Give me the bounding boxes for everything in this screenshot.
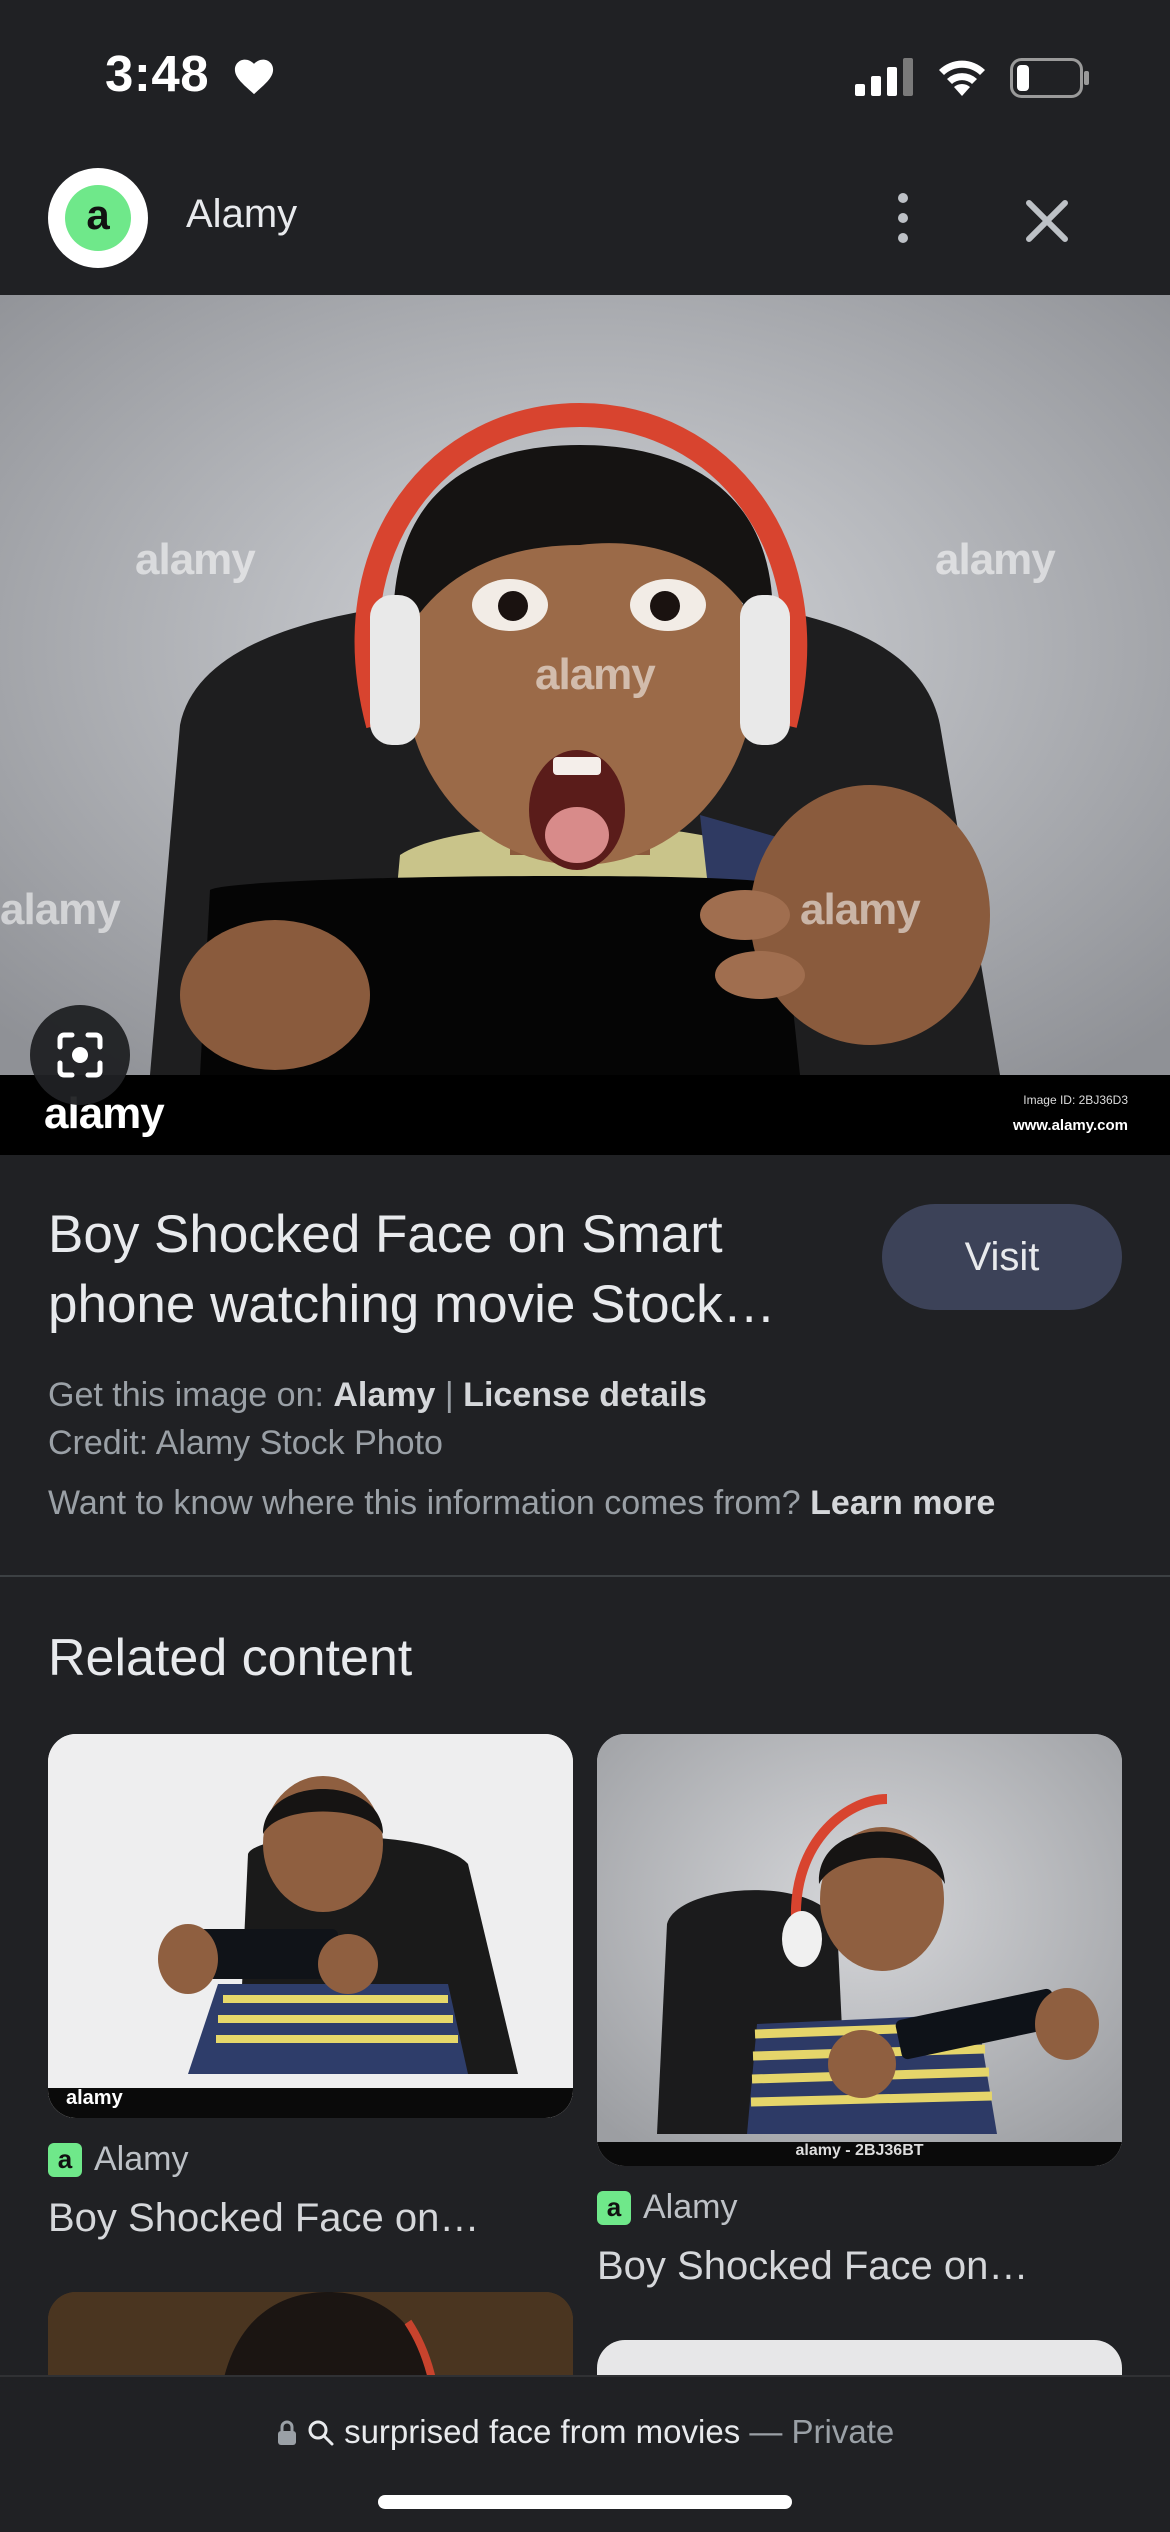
more-vert-icon <box>898 193 908 203</box>
watermark: alamy <box>135 535 256 584</box>
source-link[interactable]: Alamy <box>333 1376 435 1414</box>
watermark: alamy <box>0 885 121 934</box>
related-card-source: a Alamy <box>597 2188 737 2227</box>
watermark: alamy <box>800 885 921 934</box>
image-credit-bar: alamy Image ID: 2BJ36D3 www.alamy.com <box>0 1075 1170 1155</box>
wifi-icon <box>939 60 985 96</box>
thumbnail-credit: alamy - 2BJ36BT <box>795 2142 924 2159</box>
related-card-title[interactable]: Boy Shocked Face on… <box>597 2244 1028 2289</box>
page: 3:48 a Alamy alamy alamy alamy alamy ala… <box>0 0 1170 2532</box>
related-card-image[interactable]: alamy - 2BJ36BT <box>597 1734 1122 2166</box>
query-text: surprised face from movies <box>344 2413 741 2450</box>
lens-search-icon[interactable] <box>30 1005 130 1105</box>
search-query[interactable]: surprised face from movies — Private <box>0 2413 1170 2451</box>
image-url: www.alamy.com <box>1012 1117 1128 1134</box>
learn-more-link[interactable]: Learn more <box>810 1484 995 1522</box>
logo-letter: a <box>65 185 131 251</box>
status-bar: 3:48 <box>0 0 1170 150</box>
related-card-source: a Alamy <box>48 2140 188 2179</box>
related-card-title[interactable]: Boy Shocked Face on… <box>48 2196 479 2241</box>
home-indicator[interactable] <box>378 2495 792 2509</box>
lock-icon <box>277 2420 296 2445</box>
search-icon <box>308 2420 334 2446</box>
battery-icon <box>1010 58 1089 98</box>
image-id: Image ID: 2BJ36D3 <box>1023 1093 1128 1107</box>
alamy-favicon-icon: a <box>597 2190 631 2225</box>
alamy-logo-icon: a <box>48 168 148 268</box>
watermark: alamy <box>935 535 1056 584</box>
cellular-signal-icon <box>855 58 913 96</box>
visit-button[interactable]: Visit <box>882 1204 1122 1310</box>
boy-headphones-thumbnail <box>597 1734 1122 2166</box>
credit-line: Credit: Alamy Stock Photo <box>48 1424 443 1462</box>
site-name[interactable]: Alamy <box>186 192 297 237</box>
boy-phone-thumbnail <box>48 1734 573 2118</box>
get-image-line: Get this image on: Alamy | License detai… <box>48 1376 707 1414</box>
private-label: Private <box>791 2413 895 2450</box>
status-time: 3:48 <box>105 45 210 102</box>
more-options-button[interactable] <box>870 180 936 256</box>
related-card-image[interactable]: alamy <box>48 1734 573 2118</box>
result-header: a Alamy <box>0 150 1170 295</box>
result-image[interactable]: alamy alamy alamy alamy alamy alamy Imag… <box>0 295 1170 1155</box>
info-source-line: Want to know where this information come… <box>48 1484 996 1522</box>
alamy-favicon-icon: a <box>48 2142 82 2177</box>
close-icon[interactable] <box>1012 186 1082 256</box>
thumbnail-brand: alamy <box>66 2087 123 2109</box>
result-title[interactable]: Boy Shocked Face on Smart phone watching… <box>48 1200 848 1340</box>
watermark: alamy <box>535 650 656 699</box>
heart-icon <box>234 59 274 95</box>
related-content-heading: Related content <box>48 1629 413 1687</box>
bottom-address-bar[interactable]: surprised face from movies — Private <box>0 2375 1170 2532</box>
divider <box>0 1575 1170 1577</box>
license-details-link[interactable]: License details <box>463 1376 707 1414</box>
